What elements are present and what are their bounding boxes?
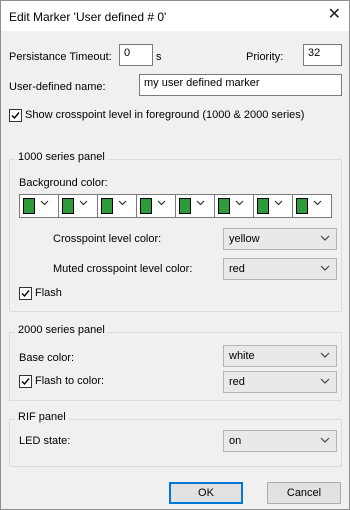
color-combo-2[interactable] [58,194,98,218]
persistance-timeout-input[interactable]: 0 [119,44,153,66]
color-swatch-row [19,194,339,218]
chevron-down-icon [313,200,322,206]
led-state-select[interactable]: on [223,430,337,452]
checkmark-icon [11,112,20,120]
ok-button[interactable]: OK [169,482,243,504]
show-crosspoint-checkbox[interactable] [9,109,22,122]
base-color-label: Base color: [19,352,75,364]
color-swatch [101,198,113,214]
color-combo-5[interactable] [175,194,215,218]
priority-input[interactable]: 32 [303,44,342,66]
background-color-label: Background color: [19,177,108,189]
color-combo-6[interactable] [214,194,254,218]
close-icon[interactable]: ✕ [328,7,341,23]
base-color-select[interactable]: white [223,345,337,367]
persistance-timeout-label: Persistance Timeout: [9,51,112,63]
chevron-down-icon [118,200,127,206]
chevron-down-icon [274,200,283,206]
chevron-down-icon [235,200,244,206]
color-swatch [179,198,191,214]
flash-to-color-value: red [229,376,245,388]
muted-level-color-value: red [229,263,245,275]
priority-label: Priority: [246,51,284,63]
chevron-down-icon [320,437,330,443]
user-defined-name-label: User-defined name: [9,81,106,93]
flash-checkbox[interactable] [19,287,32,300]
checkmark-icon [21,378,30,386]
led-state-label: LED state: [19,435,71,447]
color-combo-7[interactable] [253,194,293,218]
flash-to-color-checkbox[interactable] [19,375,32,388]
chevron-down-icon [196,200,205,206]
chevron-down-icon [320,352,330,358]
color-combo-4[interactable] [136,194,176,218]
color-swatch [62,198,74,214]
color-combo-3[interactable] [97,194,137,218]
chevron-down-icon [157,200,166,206]
base-color-value: white [229,350,255,362]
color-swatch [23,198,35,214]
edit-marker-dialog: Edit Marker 'User defined # 0' ✕ Persist… [0,0,350,510]
checkmark-icon [21,290,30,298]
chevron-down-icon [79,200,88,206]
chevron-down-icon [320,235,330,241]
rif-panel-title: RIF panel [15,411,69,423]
flash-to-color-label: Flash to color: [35,375,105,387]
flash-label: Flash [35,287,62,299]
chevron-down-icon [320,265,330,271]
persistance-unit-label: s [156,51,162,63]
window-title: Edit Marker 'User defined # 0' [9,10,167,24]
color-combo-1[interactable] [19,194,59,218]
color-swatch [257,198,269,214]
led-state-value: on [229,435,242,447]
color-swatch [140,198,152,214]
panel-1000-title: 1000 series panel [15,151,108,163]
chevron-down-icon [320,378,330,384]
crosspoint-level-color-select[interactable]: yellow [223,228,337,250]
color-combo-8[interactable] [292,194,332,218]
show-crosspoint-label: Show crosspoint level in foreground (100… [25,109,305,121]
muted-level-color-select[interactable]: red [223,258,337,280]
muted-level-color-label: Muted crosspoint level color: [53,263,193,275]
chevron-down-icon [40,200,49,206]
cancel-button[interactable]: Cancel [267,482,341,504]
user-defined-name-input[interactable]: my user defined marker [139,74,342,96]
crosspoint-level-color-label: Crosspoint level color: [53,233,162,245]
panel-2000-title: 2000 series panel [15,324,108,336]
title-bar: Edit Marker 'User defined # 0' ✕ [1,1,349,31]
color-swatch [218,198,230,214]
color-swatch [296,198,308,214]
crosspoint-level-color-value: yellow [229,233,260,245]
flash-to-color-select[interactable]: red [223,371,337,393]
